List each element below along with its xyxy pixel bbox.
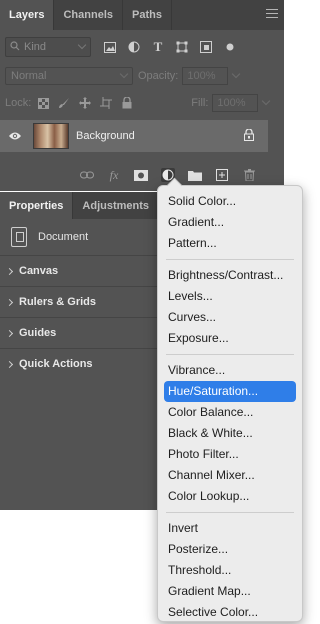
lock-label: Lock: [5,97,32,109]
tab-properties[interactable]: Properties [0,192,74,219]
opacity-value: 100% [187,70,216,82]
shape-layer-filter-icon[interactable] [175,40,189,54]
document-label: Document [38,231,89,243]
menu-item[interactable]: Exposure... [164,328,296,349]
link-layers-icon[interactable] [80,168,94,182]
menu-item[interactable]: Color Lookup... [164,486,296,507]
chevron-down-icon [77,40,87,50]
filter-toggle-icon[interactable] [223,40,237,54]
adjustment-layer-menu: Solid Color... Gradient... Pattern... Brigh… [157,185,303,622]
menu-item[interactable]: Curves... [164,307,296,328]
layers-footer: fx [80,168,256,182]
tab-layers[interactable]: Layers [0,0,55,30]
lock-row: Lock: Fill: 100% [5,93,279,113]
lock-all-icon[interactable] [121,97,133,109]
section-label: Rulers & Grids [19,296,97,308]
panel-menu-icon[interactable] [266,9,278,19]
menu-separator [166,259,294,260]
menu-item[interactable]: Gradient Map... [164,581,296,602]
fill-value: 100% [217,97,246,109]
kind-filter-select[interactable]: Kind [5,37,91,57]
search-icon [10,40,20,54]
layer-row-background[interactable]: Background [0,120,268,152]
eye-visibility-icon[interactable] [0,131,30,141]
add-mask-icon[interactable] [134,168,148,182]
menu-item[interactable]: Photo Filter... [164,444,296,465]
chevron-down-icon[interactable] [232,69,241,79]
menu-separator [166,512,294,513]
menu-separator [166,354,294,355]
menu-item[interactable]: Color Balance... [164,402,296,423]
menu-item[interactable]: Black & White... [164,423,296,444]
menu-item[interactable]: Gradient... [164,212,296,233]
menu-item[interactable]: Invert [164,518,296,539]
lock-position-move-icon[interactable] [79,97,92,109]
tab-channels[interactable]: Channels [54,0,123,30]
type-layer-filter-icon[interactable]: T [151,39,165,54]
folder-group-icon[interactable] [188,168,202,182]
section-label: Quick Actions [19,358,93,370]
menu-item[interactable]: Pattern... [164,233,296,254]
menu-item[interactable]: Vibrance... [164,360,296,381]
lock-transparency-icon[interactable] [37,97,49,109]
opacity-label: Opacity: [138,70,179,82]
menu-item[interactable]: Solid Color... [164,191,296,212]
menu-item[interactable]: Channel Mixer... [164,465,296,486]
document-icon [11,227,27,247]
chevron-right-icon [5,360,14,368]
tab-paths[interactable]: Paths [123,0,172,30]
menu-item[interactable]: Brightness/Contrast... [164,265,296,286]
menu-item[interactable]: Posterize... [164,539,296,560]
chevron-down-icon[interactable] [262,96,271,106]
trash-delete-icon[interactable] [242,168,256,182]
lock-icon[interactable] [244,128,254,144]
layer-filter-row: Kind T [5,36,279,58]
menu-item[interactable]: Threshold... [164,560,296,581]
lock-artboard-icon[interactable] [100,97,113,109]
menu-item[interactable]: Levels... [164,286,296,307]
layers-tabbar: Layers Channels Paths [0,0,284,30]
layers-panel: Layers Channels Paths Kind T Normal Opac… [0,0,284,191]
chevron-right-icon [5,329,14,337]
opacity-input[interactable]: 100% [182,67,241,85]
chevron-down-icon [119,69,129,79]
chevron-right-icon [5,298,14,306]
blend-mode-value: Normal [11,70,47,82]
layer-effects-fx-icon[interactable]: fx [107,168,121,182]
layer-name[interactable]: Background [76,130,135,142]
fill-label: Fill: [191,97,209,109]
smart-object-filter-icon[interactable] [199,40,213,54]
section-label: Canvas [19,265,59,277]
new-layer-icon[interactable] [215,168,229,182]
adjustment-layer-filter-icon[interactable] [127,40,141,54]
chevron-right-icon [5,267,14,275]
menu-item[interactable]: Selective Color... [164,602,296,623]
pixel-layer-filter-icon[interactable] [103,40,117,54]
section-label: Guides [19,327,57,339]
layer-thumbnail[interactable] [33,123,69,149]
menu-item[interactable]: Hue/Saturation... [164,381,296,402]
blend-row: Normal Opacity: 100% [5,66,279,86]
kind-filter-label: Kind [24,41,47,53]
tab-adjustments[interactable]: Adjustments [73,192,160,219]
blend-mode-select[interactable]: Normal [5,67,133,85]
lock-pixels-brush-icon[interactable] [58,97,70,109]
fill-input[interactable]: 100% [212,94,271,112]
